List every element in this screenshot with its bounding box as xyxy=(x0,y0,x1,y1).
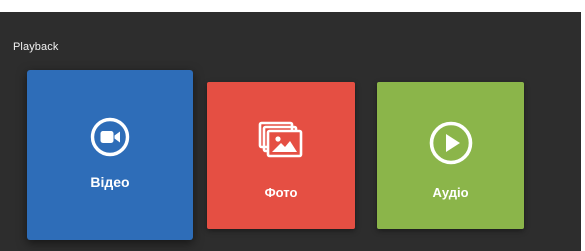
photo-tile-label: Фото xyxy=(264,185,298,200)
photo-tile[interactable]: Фото xyxy=(207,82,355,229)
section-title: Playback xyxy=(13,41,59,53)
video-tile-label: Відео xyxy=(90,174,130,190)
photo-gallery-icon xyxy=(258,121,304,159)
playback-screen: Playback Відео Фото Аудіо xyxy=(0,12,581,251)
audio-tile-label: Аудіо xyxy=(432,185,469,200)
video-camera-icon xyxy=(90,117,130,157)
video-tile[interactable]: Відео xyxy=(27,70,193,240)
audio-tile[interactable]: Аудіо xyxy=(377,82,524,229)
play-circle-icon xyxy=(429,121,473,165)
